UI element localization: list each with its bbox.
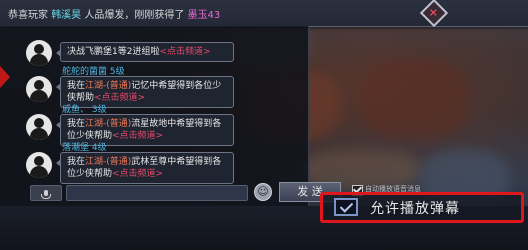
message-bubble: 决战飞鹏堡1等2进组啦<点击频道> xyxy=(56,42,234,62)
announcement-player[interactable]: 韩溪昊 xyxy=(51,10,81,21)
danmaku-checkbox[interactable] xyxy=(334,198,358,216)
avatar[interactable] xyxy=(26,114,52,140)
announcement-item[interactable]: 墨玉43 xyxy=(188,10,221,21)
channel-link[interactable]: <点击频道> xyxy=(112,169,163,179)
voice-button[interactable] xyxy=(30,185,62,201)
channel-link[interactable]: <点击频道> xyxy=(159,47,210,57)
close-icon: ✕ xyxy=(429,6,439,20)
avatar[interactable] xyxy=(26,40,52,66)
microphone-icon xyxy=(41,190,51,199)
avatar[interactable] xyxy=(26,76,52,102)
panel-collapse-tab[interactable] xyxy=(0,66,10,88)
channel-link[interactable]: <点击频道> xyxy=(112,131,163,141)
check-icon xyxy=(339,199,354,213)
danmaku-label[interactable]: 允许播放弹幕 xyxy=(370,198,460,218)
emoji-icon[interactable]: ☺ xyxy=(254,183,272,201)
close-button[interactable]: ✕ xyxy=(419,0,449,28)
announcement-bar: 恭喜玩家 韩溪昊 人品爆发，刚刚获得了 墨玉43 ✕ xyxy=(0,0,528,28)
chat-input[interactable] xyxy=(66,185,248,201)
avatar[interactable] xyxy=(26,152,52,178)
system-announcement: 恭喜玩家 韩溪昊 人品爆发，刚刚获得了 墨玉43 xyxy=(8,10,221,21)
